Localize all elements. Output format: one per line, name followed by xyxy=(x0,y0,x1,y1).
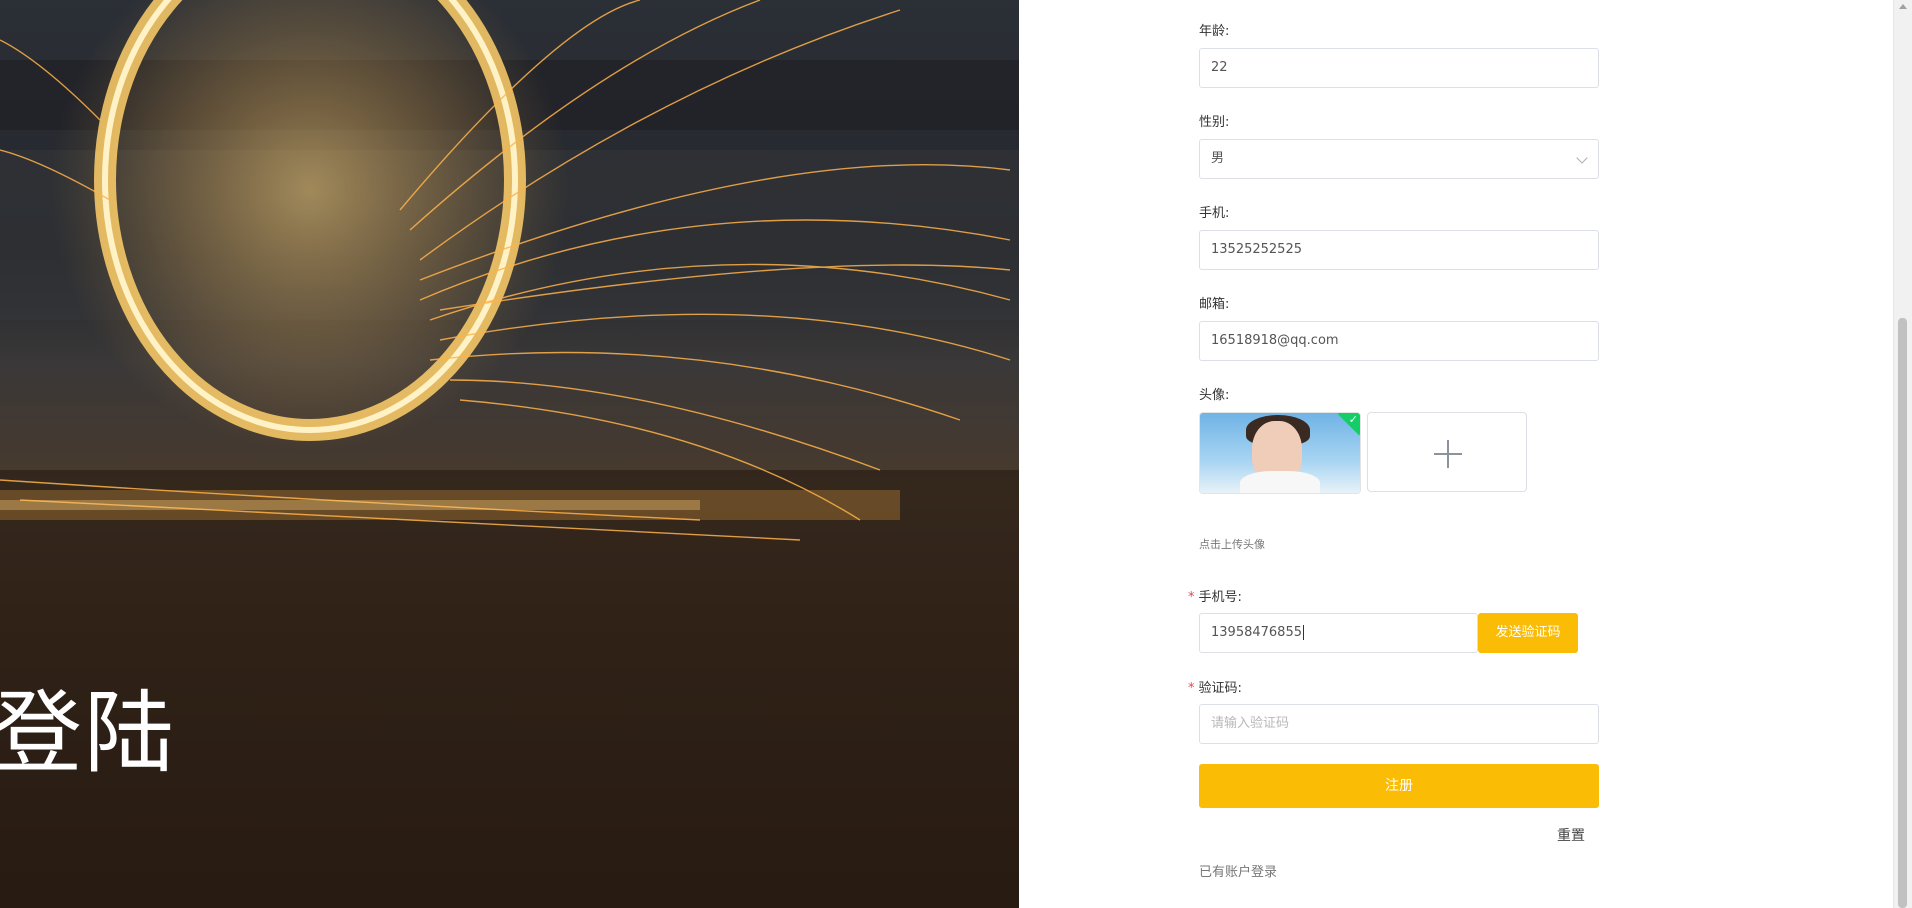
required-mark: * xyxy=(1188,681,1195,696)
gender-select[interactable]: 男 xyxy=(1199,139,1599,179)
text-caret xyxy=(1302,625,1304,640)
mobile-value: 13525252525 xyxy=(1211,242,1302,257)
avatar-thumbnail[interactable]: ✓ xyxy=(1199,412,1361,494)
hero-image: 登陆 xyxy=(0,0,1019,908)
gender-label: 性别: xyxy=(1199,115,1230,130)
chevron-down-icon[interactable] xyxy=(1576,152,1588,164)
code-label-text: 验证码: xyxy=(1198,681,1242,696)
avatar-upload-button[interactable] xyxy=(1367,412,1527,492)
code-input[interactable]: 请输入验证码 xyxy=(1199,704,1599,744)
reset-button[interactable]: 重置 xyxy=(1557,825,1585,845)
plus-icon-vertical xyxy=(1447,440,1449,468)
mobile-input[interactable]: 13525252525 xyxy=(1199,230,1599,270)
email-value: 16518918@qq.com xyxy=(1211,333,1339,348)
email-input[interactable]: 16518918@qq.com xyxy=(1199,321,1599,361)
gender-value: 男 xyxy=(1211,151,1225,166)
age-input[interactable]: 22 xyxy=(1199,48,1599,88)
age-value: 22 xyxy=(1211,60,1228,75)
hero-title: 登陆 xyxy=(0,681,176,786)
avatar-upload-hint: 点击上传头像 xyxy=(1199,538,1265,551)
code-placeholder: 请输入验证码 xyxy=(1211,716,1290,731)
email-label: 邮箱: xyxy=(1199,297,1230,312)
phone-value: 13958476855 xyxy=(1211,625,1302,640)
send-code-button[interactable]: 发送验证码 xyxy=(1478,613,1578,653)
mobile-label: 手机: xyxy=(1199,206,1230,221)
check-icon: ✓ xyxy=(1348,413,1358,426)
avatar-body xyxy=(1240,471,1320,493)
page-scrollbar[interactable] xyxy=(1893,0,1912,908)
required-mark: * xyxy=(1188,590,1195,605)
phone-input[interactable]: 13958476855 xyxy=(1199,613,1478,653)
phone-label-text: 手机号: xyxy=(1198,590,1242,605)
avatar-label: 头像: xyxy=(1199,388,1230,403)
scrollbar-thumb[interactable] xyxy=(1898,318,1907,908)
login-link[interactable]: 已有账户登录 xyxy=(1199,861,1277,880)
register-button[interactable]: 注册 xyxy=(1199,764,1599,808)
age-label: 年龄: xyxy=(1199,24,1230,39)
code-label: * 验证码: xyxy=(1188,677,1242,696)
scroll-up-arrow-icon[interactable] xyxy=(1899,4,1907,9)
phone-label: * 手机号: xyxy=(1188,586,1242,605)
